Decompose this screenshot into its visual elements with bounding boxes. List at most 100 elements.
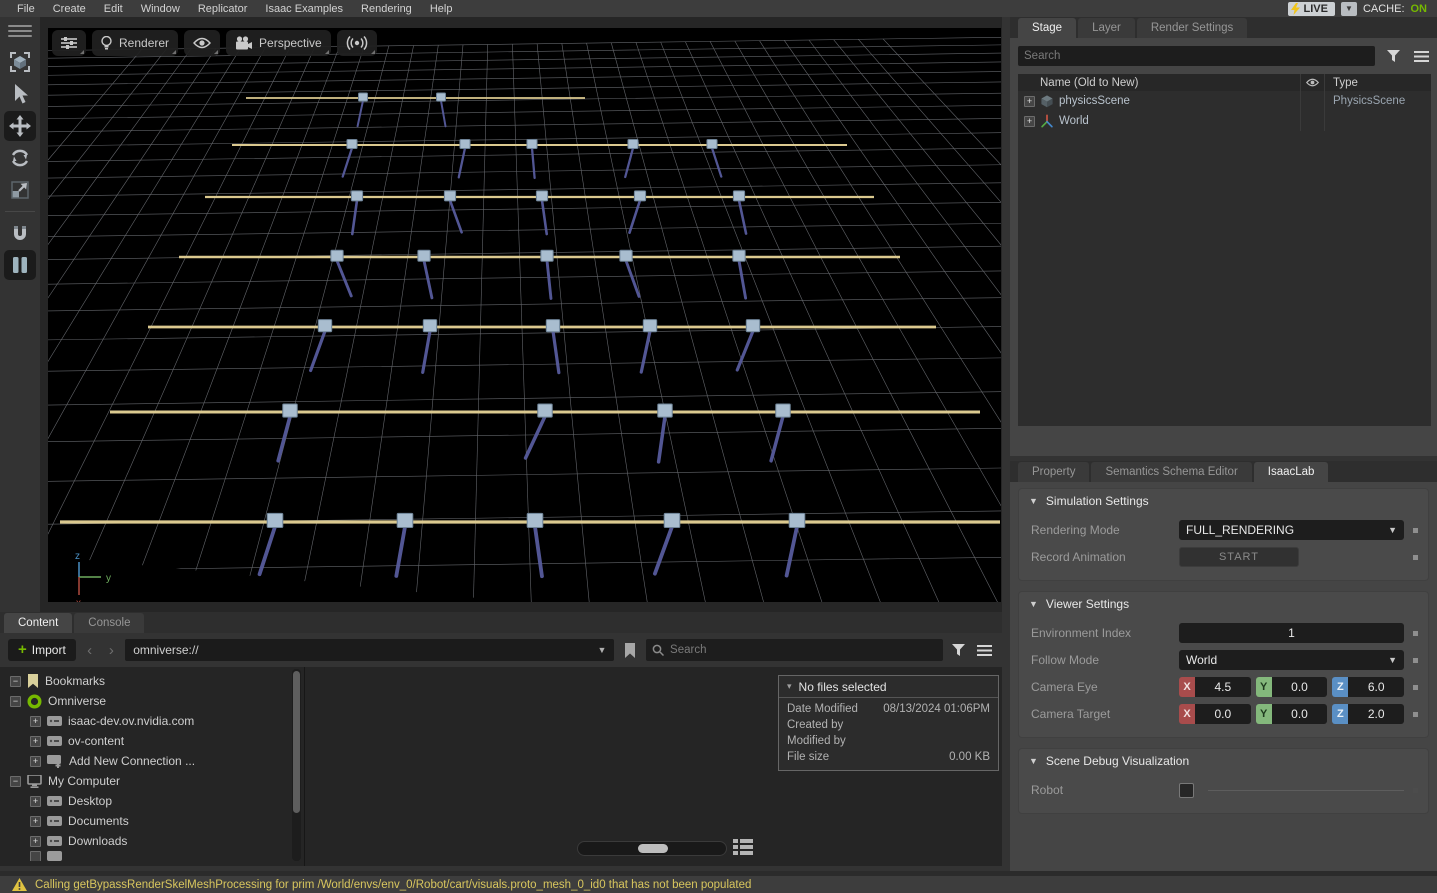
details-header[interactable]: ▾ No files selected (779, 676, 998, 698)
tab-stage[interactable]: Stage (1018, 18, 1076, 38)
pause-button[interactable] (4, 250, 36, 280)
reset-indicator[interactable] (1413, 712, 1418, 717)
expand-toggle[interactable]: − (10, 776, 21, 787)
stage-options-button[interactable] (1411, 46, 1431, 66)
stage-tree-header[interactable]: Name (Old to New) Type (1018, 74, 1431, 91)
tab-content[interactable]: Content (4, 613, 72, 633)
reset-indicator[interactable] (1413, 631, 1418, 636)
frame-select-button[interactable] (4, 47, 36, 77)
column-type[interactable]: Type (1324, 74, 1431, 91)
content-search[interactable] (646, 639, 943, 661)
status-message[interactable]: Calling getBypassRenderSkelMeshProcessin… (35, 879, 751, 891)
robot-debug-checkbox[interactable] (1179, 783, 1194, 798)
file-grid-area[interactable] (305, 667, 778, 866)
tree-item-isaac-dev[interactable]: + isaac-dev.ov.nvidia.com (0, 711, 304, 731)
tab-console[interactable]: Console (74, 613, 144, 633)
reset-indicator[interactable] (1413, 528, 1418, 533)
live-dropdown[interactable]: ▼ (1341, 2, 1357, 16)
thumbnail-zoom-slider[interactable] (577, 841, 727, 856)
slider-thumb[interactable] (638, 844, 668, 853)
import-button[interactable]: + Import (8, 639, 76, 661)
tab-property[interactable]: Property (1018, 462, 1089, 482)
menu-create[interactable]: Create (44, 3, 95, 15)
reset-indicator[interactable] (1413, 685, 1418, 690)
tab-isaaclab[interactable]: IsaacLab (1254, 462, 1329, 482)
stage-filter-button[interactable] (1383, 46, 1403, 66)
scrollbar-thumb[interactable] (293, 671, 300, 813)
environment-index-field[interactable]: 1 (1179, 623, 1404, 643)
rotate-tool-button[interactable] (4, 143, 36, 173)
content-search-input[interactable] (670, 644, 937, 656)
menu-isaac-examples[interactable]: Isaac Examples (256, 3, 352, 15)
expand-toggle[interactable]: − (10, 696, 21, 707)
camera-eye-z[interactable]: 6.0 (1348, 677, 1404, 697)
tree-scrollbar[interactable] (292, 669, 301, 861)
content-options-button[interactable] (974, 640, 994, 660)
snap-tool-button[interactable] (4, 218, 36, 248)
live-button[interactable]: LIVE (1288, 2, 1334, 16)
tree-item-documents[interactable]: + Documents (0, 811, 304, 831)
column-visibility[interactable] (1300, 74, 1324, 91)
menu-help[interactable]: Help (421, 3, 462, 15)
stage-row-world[interactable]: + World (1018, 111, 1431, 131)
expand-toggle[interactable]: − (10, 676, 21, 687)
menu-edit[interactable]: Edit (95, 3, 132, 15)
menu-replicator[interactable]: Replicator (189, 3, 257, 15)
chevron-down-icon[interactable]: ▼ (597, 645, 606, 655)
visibility-button[interactable] (184, 30, 220, 56)
tree-item-add-new-connection[interactable]: + Add New Connection ... (0, 751, 304, 771)
expand-toggle[interactable]: + (1024, 116, 1035, 127)
back-button[interactable]: ‹ (82, 642, 98, 659)
viewport[interactable]: zyx Renderer (48, 28, 1001, 602)
camera-target-x[interactable]: 0.0 (1195, 704, 1251, 724)
expand-toggle[interactable]: + (30, 716, 41, 727)
camera-target-y[interactable]: 0.0 (1272, 704, 1328, 724)
reset-indicator[interactable] (1413, 555, 1418, 560)
expand-toggle[interactable]: + (30, 816, 41, 827)
expand-toggle[interactable]: + (30, 796, 41, 807)
rendering-mode-dropdown[interactable]: FULL_RENDERING ▼ (1179, 520, 1404, 540)
viewport-canvas[interactable]: zyx (48, 28, 1001, 602)
tree-item-my-computer[interactable]: − My Computer (0, 771, 304, 791)
expand-toggle[interactable]: + (30, 736, 41, 747)
camera-button[interactable]: Perspective (226, 30, 331, 56)
stage-search-input[interactable] (1024, 50, 1369, 62)
menu-rendering[interactable]: Rendering (352, 3, 421, 15)
tab-layer[interactable]: Layer (1078, 18, 1135, 38)
move-tool-button[interactable] (4, 111, 36, 141)
viewport-settings-button[interactable] (52, 30, 86, 56)
expand-toggle[interactable]: + (1024, 96, 1035, 107)
camera-eye-x[interactable]: 4.5 (1195, 677, 1251, 697)
follow-mode-dropdown[interactable]: World ▼ (1179, 650, 1404, 670)
broadcast-button[interactable] (337, 30, 377, 56)
path-bar[interactable]: omniverse:// ▼ (125, 639, 614, 661)
select-tool-button[interactable] (4, 79, 36, 109)
reset-indicator[interactable] (1413, 658, 1418, 663)
view-mode-button[interactable] (733, 839, 755, 858)
tree-item-downloads[interactable]: + Downloads (0, 831, 304, 851)
camera-target-z[interactable]: 2.0 (1348, 704, 1404, 724)
stage-search[interactable] (1018, 46, 1375, 66)
tab-semantics-schema-editor[interactable]: Semantics Schema Editor (1091, 462, 1251, 482)
forward-button[interactable]: › (103, 642, 119, 659)
expand-toggle[interactable]: + (30, 836, 41, 847)
renderer-button[interactable]: Renderer (92, 30, 178, 56)
tree-item-omniverse[interactable]: − Omniverse (0, 691, 304, 711)
menu-window[interactable]: Window (132, 3, 189, 15)
tree-item-ov-content[interactable]: + ov-content (0, 731, 304, 751)
camera-eye-y[interactable]: 0.0 (1272, 677, 1328, 697)
tree-item-desktop[interactable]: + Desktop (0, 791, 304, 811)
section-header[interactable]: ▼ Simulation Settings (1019, 489, 1428, 513)
section-header[interactable]: ▼ Scene Debug Visualization (1019, 749, 1428, 773)
tab-render-settings[interactable]: Render Settings (1137, 18, 1247, 38)
column-name[interactable]: Name (Old to New) (1018, 77, 1300, 89)
menu-file[interactable]: File (8, 3, 44, 15)
content-filter-button[interactable] (949, 640, 969, 660)
stage-row-physicsscene[interactable]: + physicsScene PhysicsScene (1018, 91, 1431, 111)
toolbar-grip-icon[interactable] (8, 25, 32, 37)
expand-toggle[interactable]: + (30, 756, 41, 767)
path-value[interactable]: omniverse:// (133, 643, 597, 657)
scale-tool-button[interactable] (4, 175, 36, 205)
tree-item-bookmarks[interactable]: − Bookmarks (0, 671, 304, 691)
start-button[interactable]: START (1179, 547, 1299, 567)
